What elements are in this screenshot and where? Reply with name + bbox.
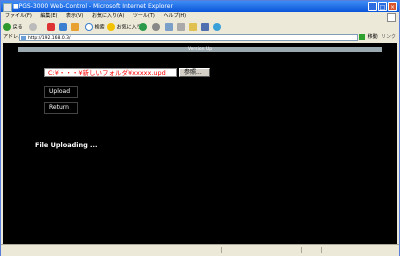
mail-button[interactable] <box>165 23 173 31</box>
address-url: http://192.168.0.3/ <box>28 36 71 41</box>
menu-view[interactable]: 表示(V) <box>66 13 83 19</box>
history-icon <box>152 23 160 31</box>
links-button[interactable]: リンク <box>381 33 396 42</box>
discuss-icon <box>201 23 209 31</box>
minimize-button[interactable]: _ <box>368 2 377 11</box>
return-button[interactable]: Return <box>44 102 78 114</box>
home-button[interactable] <box>71 23 79 31</box>
print-icon <box>177 23 185 31</box>
menu-favorites[interactable]: お気に入り(A) <box>92 13 124 19</box>
discuss-button[interactable] <box>201 23 209 31</box>
toolbar: 戻る 検索 お気に入り <box>1 21 399 33</box>
messenger-icon <box>213 23 221 31</box>
favorites-label: お気に入り <box>116 24 142 31</box>
address-bar: アドレス(D) http://192.168.0.3/ 移動 リンク <box>1 33 399 42</box>
go-arrow-icon <box>359 33 365 40</box>
mail-icon <box>165 23 173 31</box>
stop-button[interactable] <box>47 23 55 31</box>
browse-button[interactable]: 参照... <box>179 68 210 77</box>
search-label: 検索 <box>94 24 105 31</box>
back-button[interactable]: 戻る <box>3 23 23 31</box>
menu-edit[interactable]: 編集(E) <box>40 13 57 19</box>
close-button[interactable]: × <box>388 2 397 11</box>
refresh-icon <box>59 23 67 31</box>
title-bar[interactable]: ■PGS-3000 Web-Control - Microsoft Intern… <box>1 1 399 12</box>
print-button[interactable] <box>177 23 185 31</box>
status-divider <box>221 247 222 253</box>
status-divider <box>301 247 302 253</box>
edit-icon <box>189 23 197 31</box>
address-input[interactable]: http://192.168.0.3/ <box>19 34 358 41</box>
star-icon <box>107 23 115 31</box>
browser-window: ■PGS-3000 Web-Control - Microsoft Intern… <box>0 0 400 256</box>
upload-button[interactable]: Upload <box>44 86 78 98</box>
stop-icon <box>47 23 55 31</box>
forward-arrow-icon <box>29 23 37 31</box>
favorites-button[interactable]: お気に入り <box>107 23 142 31</box>
menu-help[interactable]: ヘルプ(H) <box>163 13 186 19</box>
forward-button[interactable] <box>29 23 37 31</box>
search-button[interactable]: 検索 <box>85 23 105 31</box>
menu-bar: ファイル(F) 編集(E) 表示(V) お気に入り(A) ツール(T) ヘルプ(… <box>1 12 399 22</box>
status-bar <box>1 244 399 256</box>
history-button[interactable] <box>152 23 160 31</box>
edit-button[interactable] <box>189 23 197 31</box>
messenger-button[interactable] <box>213 23 221 31</box>
media-icon <box>139 23 147 31</box>
ie-app-icon <box>3 3 12 12</box>
status-divider <box>321 247 322 253</box>
media-button[interactable] <box>139 23 147 31</box>
upload-status-text: File Uploading ... <box>35 141 98 149</box>
menu-tools[interactable]: ツール(T) <box>133 13 155 19</box>
back-label: 戻る <box>12 24 23 31</box>
home-icon <box>71 23 79 31</box>
go-button[interactable]: 移動 <box>359 33 379 42</box>
file-path-input[interactable]: C:¥・・・¥新しいフォルダ¥xxxxx.upd <box>44 68 177 77</box>
refresh-button[interactable] <box>59 23 67 31</box>
page-content: Version Up C:¥・・・¥新しいフォルダ¥xxxxx.upd 参照..… <box>3 43 397 244</box>
menu-file[interactable]: ファイル(F) <box>5 13 32 19</box>
go-label: 移動 <box>367 34 378 40</box>
section-title: Version Up <box>187 47 213 52</box>
section-title-bar: Version Up <box>18 47 382 52</box>
search-icon <box>85 23 93 31</box>
window-controls: _ □ × <box>368 2 397 11</box>
page-icon <box>21 36 26 40</box>
back-arrow-icon <box>3 23 11 31</box>
maximize-button[interactable]: □ <box>378 2 387 11</box>
window-title: ■PGS-3000 Web-Control - Microsoft Intern… <box>13 3 173 10</box>
